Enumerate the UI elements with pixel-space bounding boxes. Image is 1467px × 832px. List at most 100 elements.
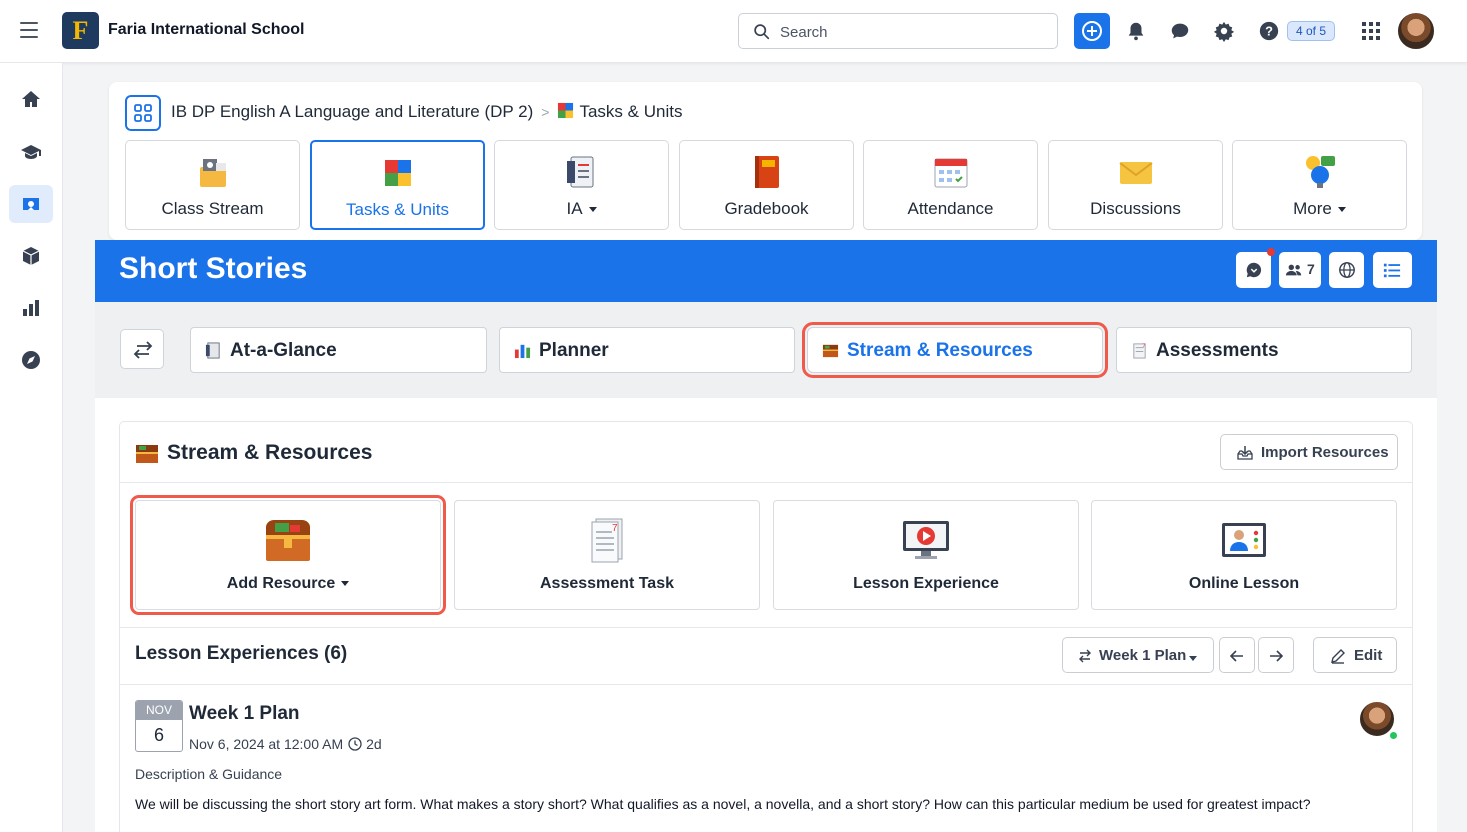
divider [120, 627, 1412, 628]
breadcrumb-course[interactable]: IB DP English A Language and Literature … [171, 102, 533, 121]
more-bulb-icon [1305, 156, 1335, 188]
sidebar-item-explore[interactable] [9, 341, 53, 379]
online-lesson-icon [1222, 523, 1266, 557]
tab-label: Attendance [907, 199, 994, 218]
tab-gradebook[interactable]: Gradebook [679, 140, 854, 230]
sidebar-item-academics[interactable] [9, 133, 53, 171]
apps-grid-icon[interactable] [1362, 22, 1380, 40]
tab-attendance[interactable]: Attendance [863, 140, 1038, 230]
help-icon[interactable]: ? [1258, 20, 1280, 42]
list-icon [1383, 263, 1401, 278]
tile-label: Add Resource [136, 575, 440, 593]
top-bar: F Faria International School Search ? 4 … [0, 0, 1467, 63]
tab-at-a-glance[interactable]: At-a-Glance [190, 327, 487, 373]
svg-text:7: 7 [1142, 344, 1145, 350]
swap-arrows-icon [133, 341, 153, 359]
tab-label: Stream & Resources [847, 340, 1033, 361]
lesson-duration: 2d [366, 736, 382, 752]
clock-icon [348, 737, 362, 751]
online-lesson-button[interactable]: Online Lesson [1091, 500, 1397, 610]
breadcrumb: IB DP English A Language and Literature … [171, 102, 682, 122]
attendance-calendar-icon [934, 158, 967, 188]
import-tray-icon [1237, 446, 1253, 460]
plan-select-dropdown[interactable]: Week 1 Plan [1062, 637, 1214, 673]
treasure-chest-icon [822, 344, 839, 358]
bell-icon[interactable] [1125, 20, 1147, 42]
search-placeholder: Search [780, 24, 828, 41]
svg-text:7: 7 [612, 523, 618, 534]
menu-icon[interactable] [20, 22, 38, 38]
sidebar-item-home[interactable] [9, 80, 53, 118]
pencil-icon [1331, 649, 1345, 664]
breadcrumb-separator: > [541, 104, 550, 120]
sidebar-item-resources[interactable] [9, 237, 53, 275]
treasure-chest-icon [266, 520, 310, 561]
assessment-task-button[interactable]: 7 Assessment Task [454, 500, 760, 610]
tab-class-stream[interactable]: Class Stream [125, 140, 300, 230]
help-progress-badge[interactable]: 4 of 5 [1287, 21, 1336, 41]
language-button[interactable] [1329, 252, 1364, 288]
cube-icon [22, 247, 40, 265]
members-count: 7 [1307, 261, 1315, 277]
online-status-dot [1389, 731, 1398, 740]
switch-unit-button[interactable] [120, 329, 164, 369]
unit-chat-button[interactable] [1236, 248, 1275, 288]
divider [120, 684, 1412, 685]
gear-icon[interactable] [1213, 20, 1235, 42]
arrow-right-icon [1270, 650, 1284, 662]
svg-text:?: ? [1265, 24, 1273, 39]
tab-tasks-units[interactable]: Tasks & Units [310, 140, 485, 230]
user-avatar[interactable] [1396, 11, 1436, 51]
tab-label: Planner [539, 340, 609, 361]
sidebar-item-reports[interactable] [9, 289, 53, 327]
plus-circle-icon [1082, 21, 1102, 41]
previous-button[interactable] [1219, 637, 1255, 673]
list-view-button[interactable] [1373, 252, 1412, 288]
edit-button[interactable]: Edit [1313, 637, 1397, 673]
sidebar-item-classes[interactable] [9, 185, 53, 223]
course-header: IB DP English A Language and Literature … [109, 82, 1422, 240]
unit-title: Short Stories [119, 252, 308, 285]
members-button[interactable]: 7 [1279, 252, 1321, 288]
import-resources-label: Import Resources [1261, 444, 1389, 461]
tab-assessments[interactable]: 7 Assessments [1116, 327, 1412, 373]
tab-label: IA [495, 199, 668, 219]
swap-arrows-icon [1079, 649, 1091, 663]
puzzle-icon [384, 160, 411, 186]
create-button[interactable] [1074, 13, 1110, 49]
graduation-cap-icon [21, 145, 41, 159]
school-logo[interactable]: F [62, 12, 99, 49]
envelope-icon [1118, 162, 1153, 184]
import-resources-button[interactable]: Import Resources [1220, 434, 1398, 470]
tab-stream-resources[interactable]: Stream & Resources [802, 322, 1108, 378]
class-stream-icon [199, 159, 226, 187]
assessment-icon: 7 [1133, 343, 1146, 359]
lesson-experience-button[interactable]: Lesson Experience [773, 500, 1079, 610]
search-icon [754, 24, 770, 40]
tab-label: Assessments [1156, 340, 1279, 361]
date-day: 6 [153, 725, 164, 745]
unit-banner: Short Stories 7 [95, 240, 1437, 302]
tab-ia[interactable]: IA [494, 140, 669, 230]
tab-more[interactable]: More [1232, 140, 1407, 230]
search-input[interactable]: Search [738, 13, 1058, 49]
next-button[interactable] [1258, 637, 1294, 673]
lesson-title[interactable]: Week 1 Plan [189, 703, 300, 725]
add-resource-button[interactable]: Add Resource [130, 495, 446, 615]
treasure-chest-icon [136, 445, 158, 463]
lesson-experiences-heading: Lesson Experiences (6) [135, 643, 348, 664]
lesson-description: We will be discussing the short story ar… [135, 796, 1311, 812]
tile-label: Assessment Task [540, 575, 674, 592]
home-icon [22, 91, 40, 107]
plan-select-value: Week 1 Plan [1099, 647, 1187, 664]
globe-icon [1339, 262, 1355, 278]
arrow-left-icon [1229, 650, 1243, 662]
edit-label: Edit [1354, 647, 1383, 664]
tab-discussions[interactable]: Discussions [1048, 140, 1223, 230]
lesson-meta: Nov 6, 2024 at 12:00 AM 2d [189, 736, 382, 752]
planner-chart-icon [514, 344, 531, 359]
course-menu-button[interactable] [125, 95, 161, 131]
tile-label: Online Lesson [1188, 575, 1300, 592]
chat-icon[interactable] [1169, 20, 1191, 42]
tab-planner[interactable]: Planner [499, 327, 795, 373]
